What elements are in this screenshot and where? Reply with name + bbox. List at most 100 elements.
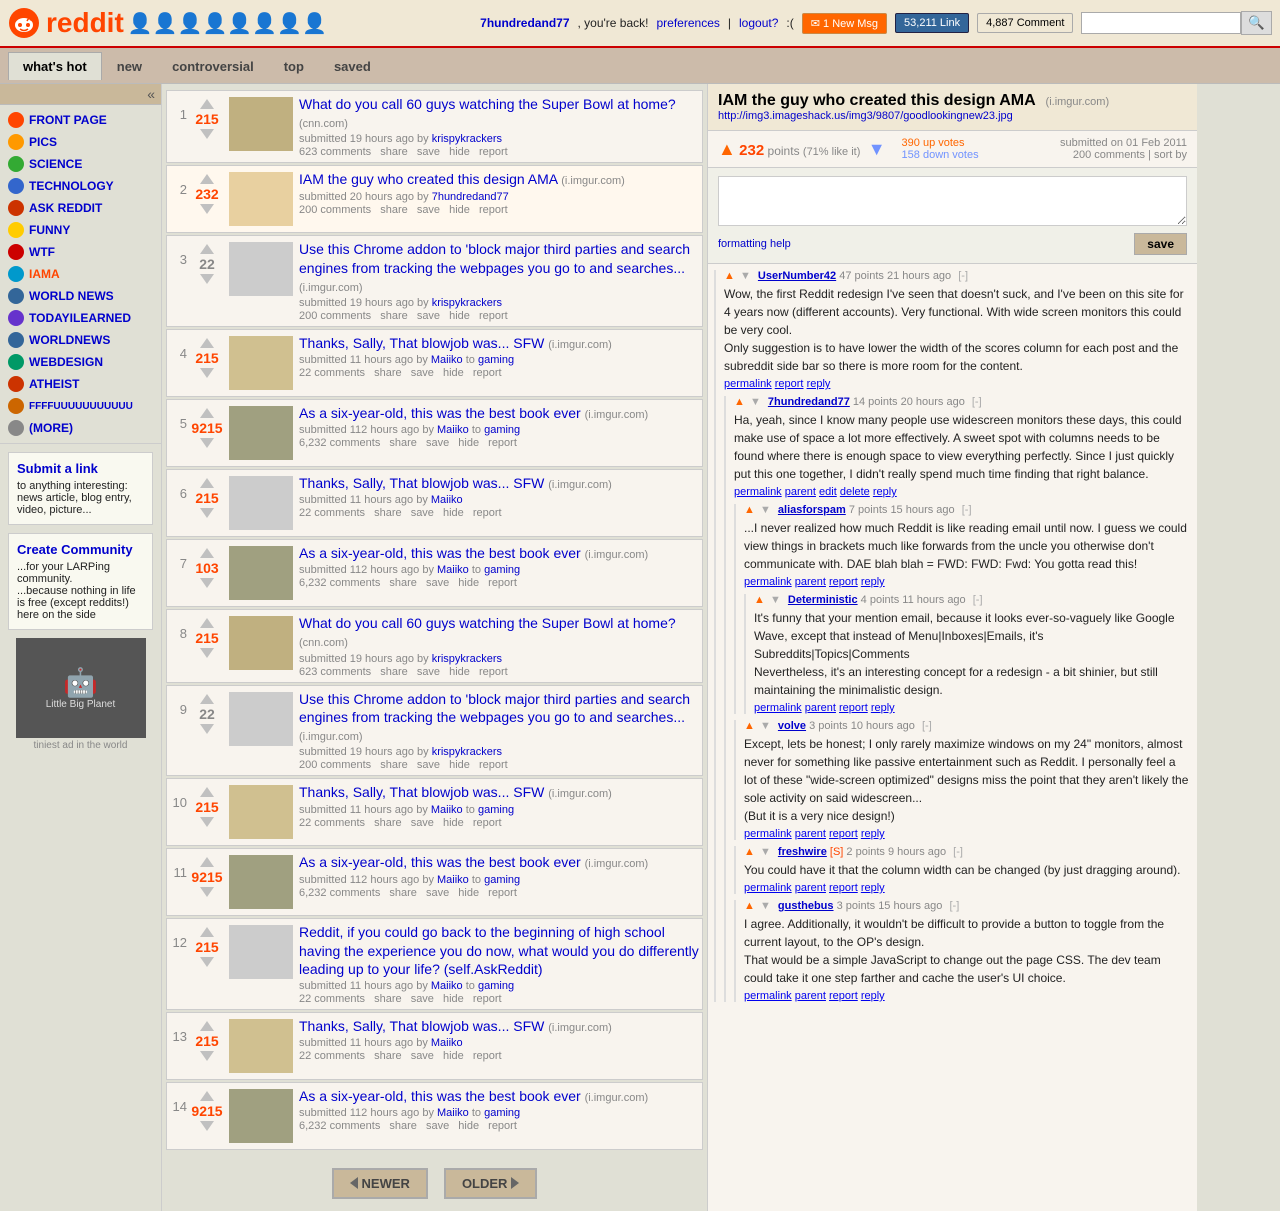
post-author-link[interactable]: Maiiko	[431, 980, 463, 992]
post-author-link[interactable]: Maiiko	[431, 494, 463, 506]
post-title-link[interactable]: Use this Chrome addon to 'block major th…	[299, 241, 690, 293]
post-title-link[interactable]: Thanks, Sally, That blowjob was... SFW (…	[299, 784, 612, 800]
vote-up-btn[interactable]	[200, 618, 214, 628]
sidebar-item-more[interactable]: (MORE)	[0, 417, 161, 439]
post-save-link[interactable]: save	[411, 1050, 434, 1062]
post-save-link[interactable]: save	[417, 666, 440, 678]
sidebar-item-iama[interactable]: IAMA	[0, 263, 161, 285]
post-save-link[interactable]: save	[411, 817, 434, 829]
vote-down-btn[interactable]	[200, 1121, 214, 1131]
comment-textarea[interactable]	[718, 176, 1187, 226]
sidebar-item-wtf[interactable]: WTF	[0, 241, 161, 263]
comment-action-permalink[interactable]: permalink	[744, 576, 792, 588]
comment-action-permalink[interactable]: permalink	[724, 378, 772, 390]
post-report-link[interactable]: report	[479, 146, 508, 158]
vote-up-btn[interactable]	[200, 244, 214, 254]
post-title-link[interactable]: IAM the guy who created this design AMA …	[299, 171, 625, 187]
tab-whats-hot[interactable]: what's hot	[8, 52, 102, 80]
post-report-link[interactable]: report	[473, 507, 502, 519]
post-save-link[interactable]: save	[411, 993, 434, 1005]
comment-save-btn[interactable]: save	[1134, 233, 1187, 255]
vote-down-btn[interactable]	[200, 438, 214, 448]
post-author-link[interactable]: Maiiko	[431, 804, 463, 816]
comment-action-report[interactable]: report	[829, 882, 858, 894]
post-subreddit-link[interactable]: gaming	[478, 354, 514, 366]
vote-down-comment-btn[interactable]: ▼	[760, 900, 771, 912]
post-comments-link[interactable]: 22 comments	[299, 507, 365, 519]
vote-down-btn[interactable]	[200, 887, 214, 897]
comment-author[interactable]: freshwire	[778, 846, 827, 858]
comment-action-report[interactable]: report	[839, 702, 868, 714]
post-author-link[interactable]: krispykrackers	[432, 133, 502, 145]
comment-author[interactable]: UserNumber42	[758, 270, 836, 282]
comment-action-parent[interactable]: parent	[795, 882, 826, 894]
post-title-link[interactable]: Use this Chrome addon to 'block major th…	[299, 691, 690, 743]
rp-vote-down-btn[interactable]: ▼	[868, 139, 886, 159]
post-save-link[interactable]: save	[411, 507, 434, 519]
post-report-link[interactable]: report	[479, 759, 508, 771]
vote-down-comment-btn[interactable]: ▼	[740, 270, 751, 282]
post-comments-link[interactable]: 200 comments	[299, 204, 371, 216]
vote-down-comment-btn[interactable]: ▼	[770, 594, 781, 606]
comment-author[interactable]: 7hundredand77	[768, 396, 850, 408]
comment-action-reply[interactable]: reply	[861, 882, 885, 894]
sidebar-item-world-news[interactable]: WORLD NEWS	[0, 285, 161, 307]
post-report-link[interactable]: report	[473, 367, 502, 379]
post-share-link[interactable]: share	[374, 367, 402, 379]
rp-domain-link[interactable]: (i.imgur.com)	[1046, 96, 1110, 108]
post-title-link[interactable]: Reddit, if you could go back to the begi…	[299, 924, 699, 976]
comment-collapse-btn[interactable]: [-]	[962, 504, 972, 516]
comment-action-reply[interactable]: reply	[873, 486, 897, 498]
post-hide-link[interactable]: hide	[443, 817, 464, 829]
post-report-link[interactable]: report	[479, 310, 508, 322]
post-title-link[interactable]: What do you call 60 guys watching the Su…	[299, 96, 676, 130]
post-author-link[interactable]: Maiiko	[437, 564, 469, 576]
post-title-link[interactable]: As a six-year-old, this was the best boo…	[299, 854, 648, 870]
post-share-link[interactable]: share	[389, 437, 417, 449]
comment-action-permalink[interactable]: permalink	[744, 990, 792, 1002]
vote-down-btn[interactable]	[200, 274, 214, 284]
post-share-link[interactable]: share	[380, 666, 408, 678]
post-author-link[interactable]: Maiiko	[431, 354, 463, 366]
post-author-link[interactable]: krispykrackers	[432, 653, 502, 665]
sidebar-item-ask-reddit[interactable]: ASK REDDIT	[0, 197, 161, 219]
comment-collapse-btn[interactable]: [-]	[973, 594, 983, 606]
tab-new[interactable]: new	[102, 52, 157, 80]
post-save-link[interactable]: save	[417, 204, 440, 216]
comment-action-delete[interactable]: delete	[840, 486, 870, 498]
sidebar-item-funny[interactable]: FUNNY	[0, 219, 161, 241]
post-report-link[interactable]: report	[488, 437, 517, 449]
post-subreddit-link[interactable]: gaming	[484, 1107, 520, 1119]
comment-action-reply[interactable]: reply	[861, 828, 885, 840]
comment-author[interactable]: Deterministic	[788, 594, 858, 606]
link-count-btn[interactable]: 53,211 Link	[895, 13, 969, 33]
post-share-link[interactable]: share	[389, 1120, 417, 1132]
post-hide-link[interactable]: hide	[449, 204, 470, 216]
post-comments-link[interactable]: 6,232 comments	[299, 437, 380, 449]
new-messages-btn[interactable]: ✉ 1 New Msg	[802, 13, 887, 34]
logout-link[interactable]: logout?	[739, 16, 778, 30]
post-hide-link[interactable]: hide	[458, 1120, 479, 1132]
comment-action-reply[interactable]: reply	[861, 990, 885, 1002]
post-hide-link[interactable]: hide	[449, 310, 470, 322]
vote-up-btn[interactable]	[200, 548, 214, 558]
sidebar-item-worldnews[interactable]: WORLDNEWS	[0, 329, 161, 351]
post-title-link[interactable]: As a six-year-old, this was the best boo…	[299, 405, 648, 421]
comment-action-permalink[interactable]: permalink	[744, 828, 792, 840]
vote-up-comment-btn[interactable]: ▲	[744, 900, 755, 912]
post-title-link[interactable]: Thanks, Sally, That blowjob was... SFW (…	[299, 1018, 612, 1034]
post-save-link[interactable]: save	[426, 1120, 449, 1132]
vote-down-comment-btn[interactable]: ▼	[760, 846, 771, 858]
post-save-link[interactable]: save	[411, 367, 434, 379]
post-report-link[interactable]: report	[473, 1050, 502, 1062]
post-report-link[interactable]: report	[473, 993, 502, 1005]
post-save-link[interactable]: save	[426, 437, 449, 449]
post-comments-link[interactable]: 623 comments	[299, 146, 371, 158]
comment-action-parent[interactable]: parent	[795, 828, 826, 840]
post-report-link[interactable]: report	[479, 666, 508, 678]
post-share-link[interactable]: share	[380, 759, 408, 771]
post-report-link[interactable]: report	[488, 887, 517, 899]
post-author-link[interactable]: Maiiko	[437, 1107, 469, 1119]
vote-down-btn[interactable]	[200, 578, 214, 588]
post-report-link[interactable]: report	[473, 817, 502, 829]
